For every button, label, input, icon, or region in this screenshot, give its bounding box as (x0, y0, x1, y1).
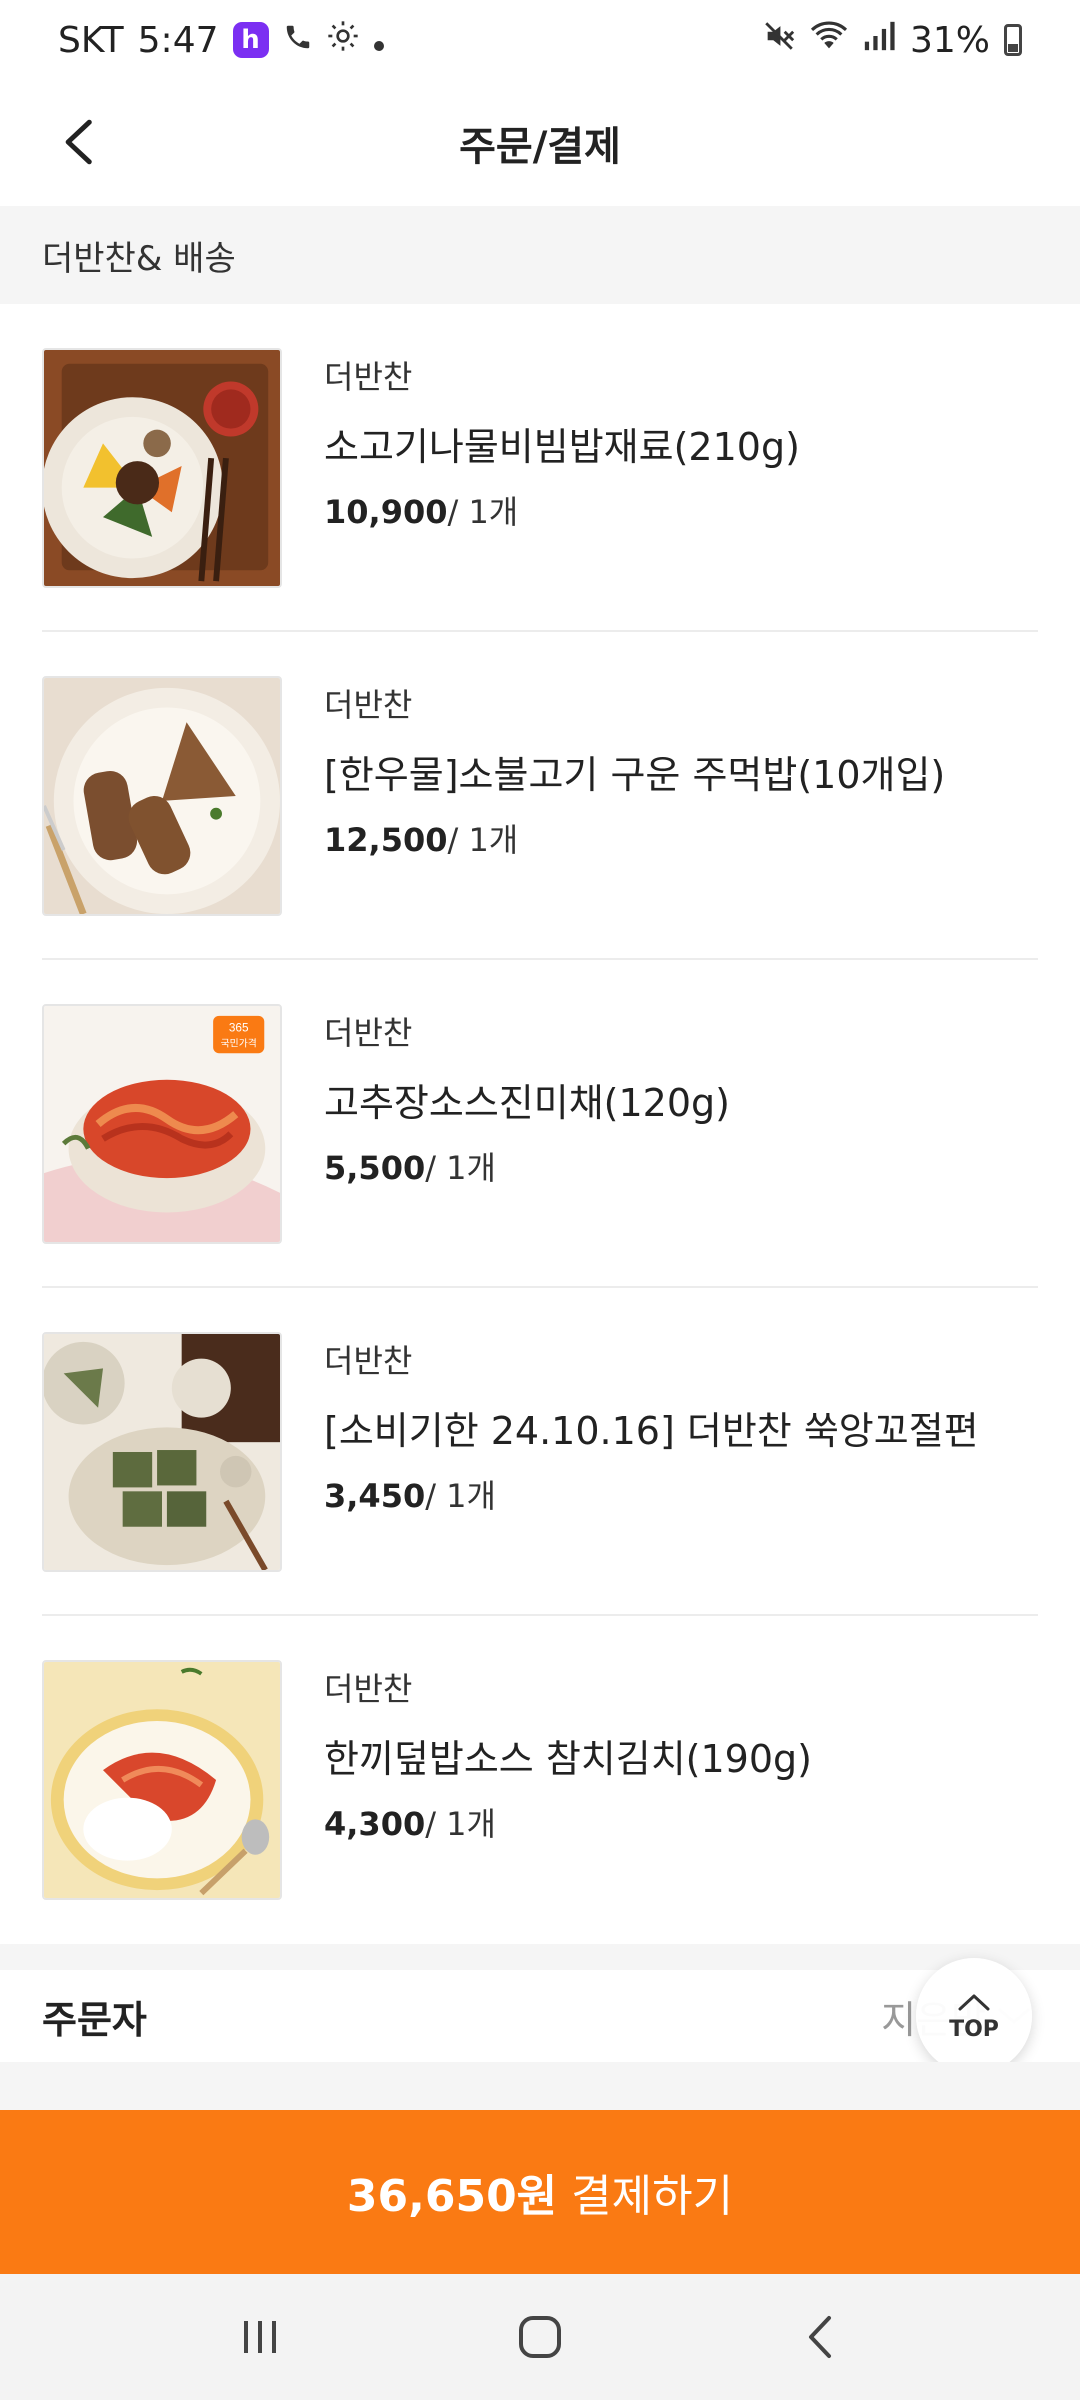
pay-amount: 36,650원 (346, 2171, 558, 2222)
battery-icon (1004, 24, 1022, 56)
home-button[interactable] (500, 2297, 580, 2377)
product-price: 12,500 (324, 821, 448, 859)
pay-button[interactable]: 36,650원 결제하기 (0, 2110, 1080, 2274)
product-name: [소비기한 24.10.16] 더반찬 쑥앙꼬절편 (324, 1409, 979, 1453)
top-label: TOP (949, 2016, 999, 2042)
product-name: [한우물]소불고기 구운 주먹밥(10개입) (324, 753, 946, 797)
product-image: 365 국민가격 (42, 1004, 282, 1244)
product-image (42, 348, 282, 588)
scroll-top-button[interactable]: TOP (916, 1958, 1032, 2074)
status-bar: SKT 5:47 h 31% (0, 0, 1080, 80)
product-name: 고추장소스진미채(120g) (324, 1081, 730, 1125)
phone-icon (283, 20, 313, 61)
app-header: 주문/결제 (0, 80, 1080, 206)
back-button[interactable] (48, 112, 108, 172)
section-divider (0, 2062, 1080, 2110)
product-brand: 더반찬 (324, 1670, 413, 1708)
page-title: 주문/결제 (459, 124, 621, 170)
product-price-line: 3,450/ 1개 (324, 1471, 1038, 1517)
battery-text: 31% (909, 19, 990, 61)
product-price-line: 4,300/ 1개 (324, 1799, 1038, 1845)
product-price: 5,500 (324, 1149, 426, 1187)
badge-line1: 365 (229, 1021, 249, 1035)
product-item[interactable]: 더반찬 소고기나물비빔밥재료(210g) 10,900/ 1개 (42, 304, 1038, 632)
delivery-section-header: 더반찬& 배송 (0, 206, 1080, 304)
product-price-line: 10,900/ 1개 (324, 487, 1038, 533)
product-price: 10,900 (324, 493, 448, 531)
status-left: SKT 5:47 h (58, 20, 385, 61)
product-price-line: 12,500/ 1개 (324, 815, 1038, 861)
product-name: 한끼덮밥소스 참치김치(190g) (324, 1737, 812, 1781)
product-image (42, 1332, 282, 1572)
carrier-text: SKT (58, 19, 124, 61)
back-arrow-icon (65, 119, 92, 165)
app-notification-icon: h (232, 22, 269, 58)
product-price: 3,450 (324, 1477, 426, 1515)
mute-icon (762, 19, 796, 62)
pay-label: 결제하기 (571, 2171, 734, 2222)
system-back-button[interactable] (780, 2297, 860, 2377)
section-divider (0, 1944, 1080, 1970)
section-title: 더반찬& 배송 (42, 238, 236, 279)
badge-line2: 국민가격 (221, 1036, 257, 1049)
product-info: 더반찬 소고기나물비빔밥재료(210g) 10,900/ 1개 (324, 352, 1038, 533)
product-item[interactable]: 더반찬 [한우물]소불고기 구운 주먹밥(10개입) 12,500/ 1개 (42, 632, 1038, 960)
product-quantity: / 1개 (425, 1149, 496, 1187)
chevron-up-icon (958, 1994, 990, 2010)
product-quantity: / 1개 (447, 493, 519, 531)
system-nav-bar (0, 2274, 1080, 2400)
product-brand: 더반찬 (324, 686, 413, 724)
product-item[interactable]: 더반찬 한끼덮밥소스 참치김치(190g) 4,300/ 1개 (42, 1616, 1038, 1944)
product-price: 4,300 (324, 1805, 426, 1843)
product-name: 소고기나물비빔밥재료(210g) (324, 425, 800, 469)
wifi-icon (810, 19, 848, 62)
status-right: 31% (762, 19, 1022, 62)
system-back-icon (809, 2316, 831, 2358)
home-icon (519, 2316, 561, 2358)
product-item[interactable]: 더반찬 [소비기한 24.10.16] 더반찬 쑥앙꼬절편 3,450/ 1개 (42, 1288, 1038, 1616)
recent-apps-icon (244, 2321, 276, 2353)
product-brand: 더반찬 (324, 358, 413, 396)
product-quantity: / 1개 (447, 821, 519, 859)
brightness-icon (327, 20, 359, 61)
product-info: 더반찬 [소비기한 24.10.16] 더반찬 쑥앙꼬절편 3,450/ 1개 (324, 1336, 1038, 1517)
product-brand: 더반찬 (324, 1342, 413, 1380)
product-info: 더반찬 고추장소스진미채(120g) 5,500/ 1개 (324, 1008, 1038, 1189)
product-info: 더반찬 한끼덮밥소스 참치김치(190g) 4,300/ 1개 (324, 1664, 1038, 1845)
signal-icon (862, 20, 896, 61)
orderer-label: 주문자 (42, 1997, 147, 2042)
product-price-line: 5,500/ 1개 (324, 1143, 1038, 1189)
product-list: 더반찬 소고기나물비빔밥재료(210g) 10,900/ 1개 더반찬 [한우물… (0, 304, 1080, 1944)
product-info: 더반찬 [한우물]소불고기 구운 주먹밥(10개입) 12,500/ 1개 (324, 680, 1038, 861)
clock-text: 5:47 (137, 19, 219, 61)
dot-icon (373, 20, 385, 61)
product-brand: 더반찬 (324, 1014, 413, 1052)
product-quantity: / 1개 (425, 1805, 496, 1843)
product-image (42, 1660, 282, 1900)
product-image (42, 676, 282, 916)
product-item[interactable]: 365 국민가격 더반찬 고추장소스진미채(120g) 5,500/ 1개 (42, 960, 1038, 1288)
product-quantity: / 1개 (425, 1477, 496, 1515)
recent-apps-button[interactable] (220, 2297, 300, 2377)
